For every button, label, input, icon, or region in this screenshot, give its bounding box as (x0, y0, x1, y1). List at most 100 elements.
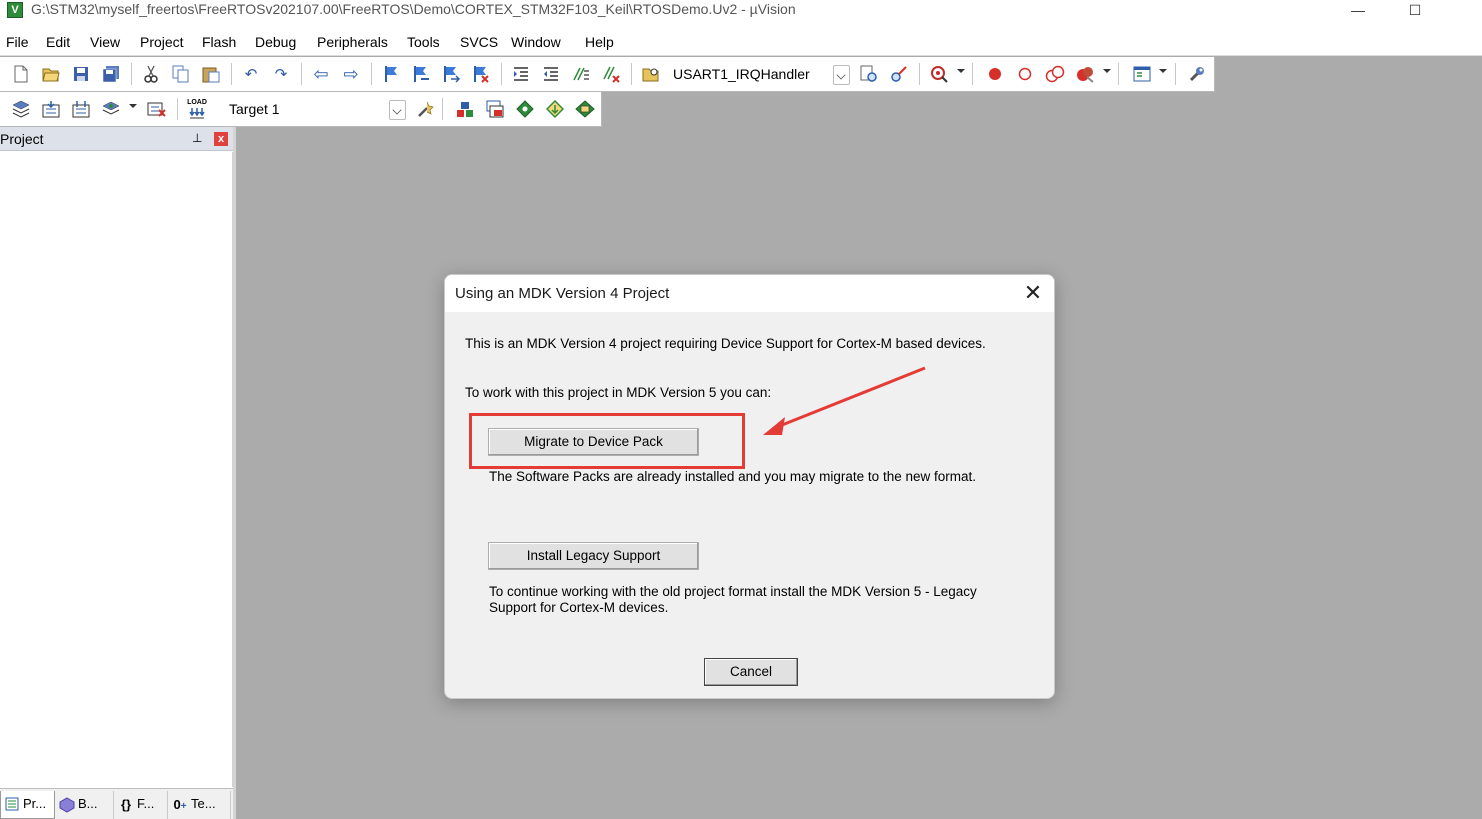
bookmark-previous-icon[interactable] (410, 63, 432, 85)
breakpoint-kill-all-icon[interactable] (1074, 63, 1096, 85)
legacy-description-line1: To continue working with the old project… (489, 584, 977, 599)
incremental-find-icon[interactable] (888, 63, 910, 85)
install-legacy-support-button[interactable]: Install Legacy Support (488, 542, 699, 570)
configure-wrench-icon[interactable] (1186, 63, 1208, 85)
project-panel-header: Project ⊥ x (0, 127, 233, 151)
uncomment-icon[interactable] (600, 63, 622, 85)
panel-close-icon[interactable]: x (214, 132, 228, 146)
batch-build-dropdown-arrow[interactable] (129, 104, 137, 108)
stop-build-icon[interactable] (146, 98, 168, 120)
paste-icon[interactable] (200, 63, 222, 85)
window-layout-dropdown-arrow[interactable] (1159, 69, 1167, 73)
breakpoint-enable-icon[interactable] (1014, 63, 1036, 85)
bookmark-toggle-icon[interactable] (380, 63, 402, 85)
find-icon[interactable] (858, 63, 880, 85)
pin-icon[interactable]: ⊥ (192, 131, 202, 145)
target-combo-text[interactable]: Target 1 (229, 98, 280, 121)
build-icon[interactable] (40, 98, 62, 120)
menu-peripherals[interactable]: Peripherals (317, 34, 388, 50)
menu-bar: File Edit View Project Flash Debug Perip… (0, 30, 1482, 56)
tab-books[interactable]: B... (56, 791, 114, 819)
comment-icon[interactable] (570, 63, 592, 85)
tab-project-label: Pr... (23, 796, 47, 811)
cancel-button[interactable]: Cancel (704, 658, 798, 686)
tab-functions[interactable]: {} F... (115, 791, 168, 819)
target-combo-dropdown[interactable] (389, 100, 406, 120)
function-combo-text[interactable]: USART1_IRQHandler (673, 63, 810, 86)
download-load-icon[interactable]: LOAD (186, 98, 208, 120)
translate-icon[interactable] (10, 98, 32, 120)
save-icon[interactable] (70, 63, 92, 85)
legacy-description-line2: Support for Cortex-M devices. (489, 600, 669, 615)
select-packs-icon[interactable] (514, 98, 536, 120)
dialog-description: This is an MDK Version 4 project requiri… (465, 336, 986, 351)
function-combo-dropdown[interactable] (833, 65, 850, 85)
redo-icon[interactable]: ↷ (270, 63, 292, 85)
new-file-icon[interactable] (10, 63, 32, 85)
window-title: G:\STM32\myself_freertos\FreeRTOSv202107… (31, 1, 796, 17)
toolbar-separator (501, 63, 502, 85)
menu-project[interactable]: Project (140, 34, 184, 50)
menu-file[interactable]: File (6, 34, 29, 50)
pack-installer-icon[interactable] (544, 98, 566, 120)
copy-icon[interactable] (170, 63, 192, 85)
breakpoint-insert-icon[interactable] (984, 63, 1006, 85)
migrate-description: The Software Packs are already installed… (489, 469, 976, 484)
menu-window[interactable]: Window (511, 34, 561, 50)
project-panel: Project ⊥ x Pr... B... {} F... 0+ Te... (0, 127, 236, 819)
menu-svcs[interactable]: SVCS (460, 34, 498, 50)
tab-project[interactable]: Pr... (0, 791, 55, 819)
open-file-icon[interactable] (40, 63, 62, 85)
window-layout-icon[interactable] (1131, 63, 1153, 85)
file-toolbar: ↶ ↷ ⇦ ⇨ USART1_IRQHandler (0, 57, 1215, 92)
books-icon (59, 796, 75, 813)
dialog-title: Using an MDK Version 4 Project (455, 285, 670, 302)
unindent-icon[interactable] (540, 63, 562, 85)
toolbar-separator (631, 63, 632, 85)
navigate-back-icon[interactable]: ⇦ (310, 63, 332, 85)
menu-view[interactable]: View (90, 34, 120, 50)
project-tree-area[interactable] (0, 152, 233, 787)
manage-runtime-environment-icon[interactable] (574, 98, 596, 120)
menu-flash[interactable]: Flash (202, 34, 236, 50)
dialog-instruction: To work with this project in MDK Version… (465, 385, 772, 400)
toolbar-separator (972, 63, 973, 85)
dialog-title-bar: Using an MDK Version 4 Project ✕ (445, 275, 1054, 312)
undo-icon[interactable]: ↶ (240, 63, 262, 85)
find-in-files-icon[interactable] (640, 63, 662, 85)
rebuild-icon[interactable] (70, 98, 92, 120)
menu-edit[interactable]: Edit (46, 34, 70, 50)
breakpoint-disable-all-icon[interactable] (1044, 63, 1066, 85)
annotation-arrow (763, 366, 926, 435)
window-title-bar: V G:\STM32\myself_freertos\FreeRTOSv2021… (0, 0, 1482, 30)
build-toolbar: LOAD Target 1 (0, 92, 602, 127)
debug-dropdown-arrow[interactable] (957, 69, 965, 73)
bookmark-next-icon[interactable] (440, 63, 462, 85)
menu-tools[interactable]: Tools (407, 34, 440, 50)
project-panel-title: Project (0, 131, 44, 147)
uvision-app-icon: V (7, 2, 23, 18)
toolbar-separator (1118, 63, 1119, 85)
minimize-button[interactable]: — (1335, 0, 1381, 22)
toolbar-separator (301, 63, 302, 85)
project-icon (4, 797, 20, 813)
bookmark-clear-icon[interactable] (470, 63, 492, 85)
save-all-icon[interactable] (100, 63, 122, 85)
dialog-close-icon[interactable]: ✕ (1013, 278, 1053, 310)
toolbar-separator (371, 63, 372, 85)
file-extensions-icon[interactable] (484, 98, 506, 120)
tab-templates[interactable]: 0+ Te... (169, 791, 231, 819)
cut-icon[interactable] (140, 63, 162, 85)
navigate-forward-icon[interactable]: ⇨ (340, 63, 362, 85)
options-for-target-icon[interactable] (415, 98, 437, 120)
manage-project-items-icon[interactable] (454, 98, 476, 120)
menu-help[interactable]: Help (585, 34, 614, 50)
menu-debug[interactable]: Debug (255, 34, 296, 50)
maximize-button[interactable]: ☐ (1392, 0, 1438, 22)
toolbar-separator (919, 63, 920, 85)
toolbar-separator (442, 98, 443, 120)
breakpoint-dropdown-arrow[interactable] (1103, 69, 1111, 73)
batch-build-icon[interactable] (100, 98, 122, 120)
indent-icon[interactable] (510, 63, 532, 85)
debug-session-icon[interactable] (928, 63, 950, 85)
